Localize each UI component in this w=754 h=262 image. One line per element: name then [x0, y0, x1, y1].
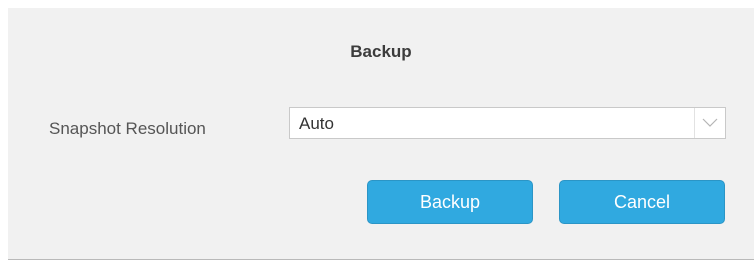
- backup-dialog: Backup Snapshot Resolution Auto Backup C…: [8, 8, 754, 260]
- snapshot-resolution-select[interactable]: Auto: [289, 107, 726, 139]
- cancel-button[interactable]: Cancel: [559, 180, 725, 224]
- chevron-down-icon[interactable]: [694, 108, 725, 138]
- dialog-title: Backup: [350, 42, 412, 61]
- snapshot-resolution-value: Auto: [299, 114, 334, 133]
- backup-button[interactable]: Backup: [367, 180, 533, 224]
- snapshot-resolution-label: Snapshot Resolution: [49, 119, 206, 138]
